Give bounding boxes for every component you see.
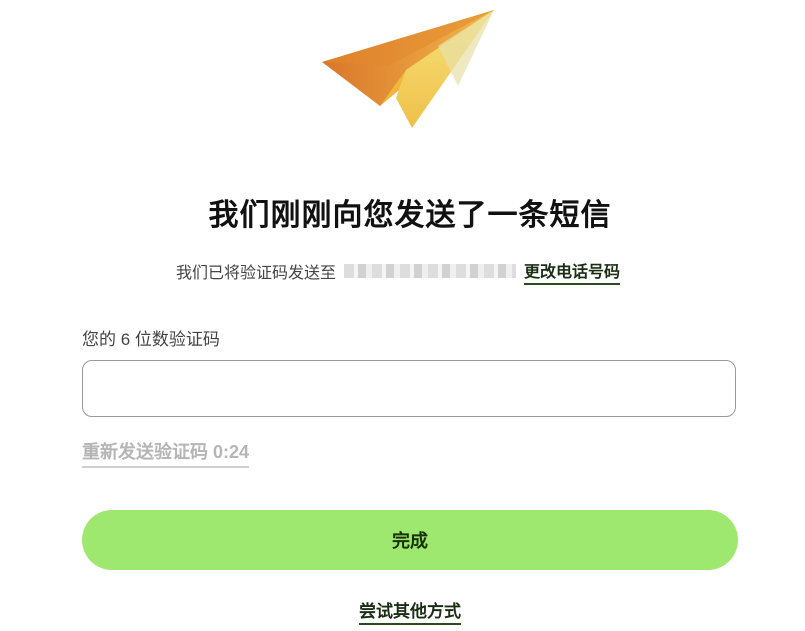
paper-plane-icon	[322, 10, 494, 128]
done-button[interactable]: 完成	[82, 510, 738, 570]
page-title: 我们刚刚向您发送了一条短信	[208, 199, 612, 232]
code-field-label: 您的 6 位数验证码	[82, 330, 220, 349]
resend-code-link[interactable]: 重新发送验证码 0:24	[82, 438, 250, 468]
sent-to-text: 我们已将验证码发送至	[176, 265, 337, 282]
masked-phone-number	[344, 264, 517, 278]
verification-page: 我们刚刚向您发送了一条短信 我们已将验证码发送至 更改电话号码 您的 6 位数验…	[0, 0, 805, 631]
try-other-way-link[interactable]: 尝试其他方式	[359, 602, 461, 625]
verification-code-input[interactable]	[82, 360, 736, 417]
sent-to-row: 我们已将验证码发送至 更改电话号码	[176, 258, 621, 285]
try-other-way-container: 尝试其他方式	[0, 597, 805, 625]
change-phone-link[interactable]: 更改电话号码	[524, 258, 621, 285]
